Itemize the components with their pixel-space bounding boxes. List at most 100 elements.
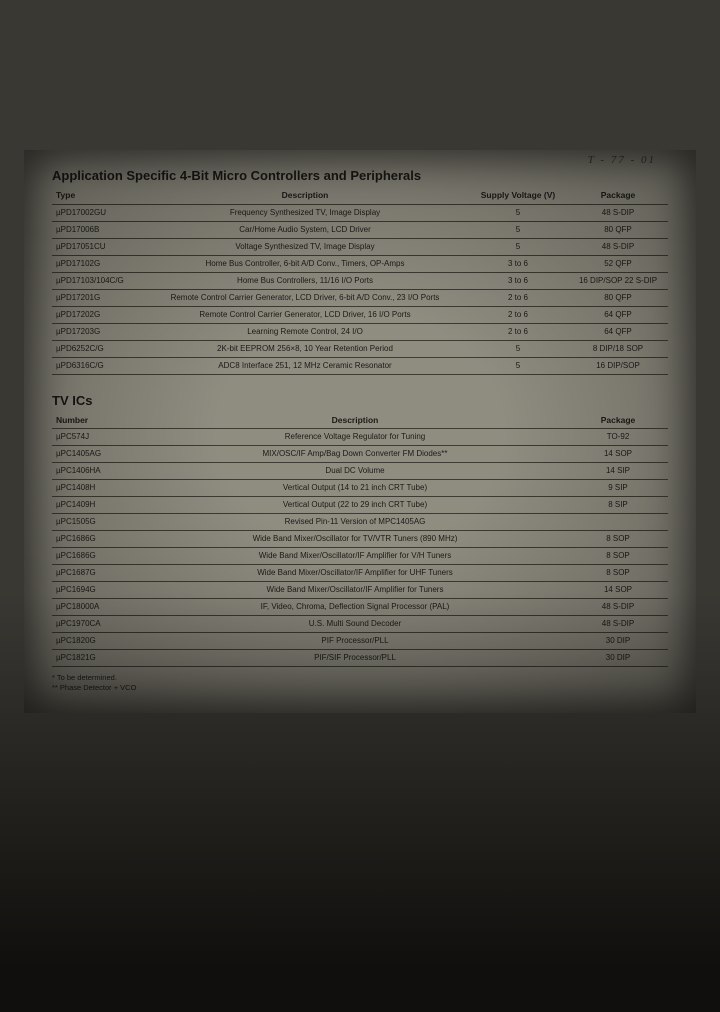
cell-desc: MIX/OSC/IF Amp/Bag Down Converter FM Dio… xyxy=(142,446,568,463)
cell-desc: Wide Band Mixer/Oscillator/IF Amplifier … xyxy=(142,565,568,582)
cell-desc: U.S. Multi Sound Decoder xyxy=(142,616,568,633)
table-row: µPC1406HADual DC Volume14 SIP xyxy=(52,463,668,480)
cell-pkg: 48 S-DIP xyxy=(568,616,668,633)
section1-title: Application Specific 4-Bit Micro Control… xyxy=(52,168,668,183)
table-row: µPD17051CUVoltage Synthesized TV, Image … xyxy=(52,238,668,255)
cell-pkg: TO-92 xyxy=(568,429,668,446)
cell-number: µPC1686G xyxy=(52,531,142,548)
cell-desc: Wide Band Mixer/Oscillator/IF Amplifier … xyxy=(142,548,568,565)
cell-pkg: 8 SOP xyxy=(568,531,668,548)
col-number: Number xyxy=(52,412,142,429)
cell-number: µPC1505G xyxy=(52,514,142,531)
cell-volt: 2 to 6 xyxy=(468,289,568,306)
table-header-row: Number Description Package xyxy=(52,412,668,429)
table-row: µPC1405AGMIX/OSC/IF Amp/Bag Down Convert… xyxy=(52,446,668,463)
cell-desc: ADC8 Interface 251, 12 MHz Ceramic Reson… xyxy=(142,357,468,374)
cell-pkg: 48 S-DIP xyxy=(568,204,668,221)
cell-pkg xyxy=(568,514,668,531)
table-row: µPD17202GRemote Control Carrier Generato… xyxy=(52,306,668,323)
cell-number: µPC1406HA xyxy=(52,463,142,480)
cell-volt: 3 to 6 xyxy=(468,255,568,272)
cell-number: µPC1821G xyxy=(52,650,142,667)
table-row: µPD17006BCar/Home Audio System, LCD Driv… xyxy=(52,221,668,238)
col-volt: Supply Voltage (V) xyxy=(468,187,568,204)
footnote-a: * To be determined. xyxy=(52,673,668,683)
cell-desc: PIF/SIF Processor/PLL xyxy=(142,650,568,667)
table-row: µPD17103/104C/GHome Bus Controllers, 11/… xyxy=(52,272,668,289)
cell-desc: Remote Control Carrier Generator, LCD Dr… xyxy=(142,306,468,323)
col-type: Type xyxy=(52,187,142,204)
cell-volt: 5 xyxy=(468,221,568,238)
cell-type: µPD17202G xyxy=(52,306,142,323)
cell-volt: 5 xyxy=(468,238,568,255)
cell-pkg: 9 SIP xyxy=(568,480,668,497)
table-row: µPD17002GUFrequency Synthesized TV, Imag… xyxy=(52,204,668,221)
cell-number: µPC1408H xyxy=(52,480,142,497)
cell-desc: 2K-bit EEPROM 256×8, 10 Year Retention P… xyxy=(142,340,468,357)
table-row: µPC1970CAU.S. Multi Sound Decoder48 S-DI… xyxy=(52,616,668,633)
table-row: µPC1687GWide Band Mixer/Oscillator/IF Am… xyxy=(52,565,668,582)
cell-desc: Remote Control Carrier Generator, LCD Dr… xyxy=(142,289,468,306)
cell-desc: Dual DC Volume xyxy=(142,463,568,480)
cell-pkg: 64 QFP xyxy=(568,306,668,323)
cell-type: µPD17103/104C/G xyxy=(52,272,142,289)
cell-desc: Revised Pin-11 Version of MPC1405AG xyxy=(142,514,568,531)
cell-pkg: 52 QFP xyxy=(568,255,668,272)
table-row: µPD17203GLearning Remote Control, 24 I/O… xyxy=(52,323,668,340)
cell-pkg: 14 SOP xyxy=(568,582,668,599)
table-row: µPC1820GPIF Processor/PLL30 DIP xyxy=(52,633,668,650)
cell-number: µPC1687G xyxy=(52,565,142,582)
cell-type: µPD6316C/G xyxy=(52,357,142,374)
cell-desc: Vertical Output (22 to 29 inch CRT Tube) xyxy=(142,497,568,514)
cell-volt: 5 xyxy=(468,357,568,374)
cell-desc: Wide Band Mixer/Oscillator/IF Amplifier … xyxy=(142,582,568,599)
table-row: µPC1505GRevised Pin-11 Version of MPC140… xyxy=(52,514,668,531)
cell-volt: 2 to 6 xyxy=(468,323,568,340)
cell-pkg: 16 DIP/SOP xyxy=(568,357,668,374)
cell-desc: Reference Voltage Regulator for Tuning xyxy=(142,429,568,446)
cell-pkg: 8 SIP xyxy=(568,497,668,514)
cell-type: µPD17002GU xyxy=(52,204,142,221)
footnote-b: ** Phase Detector + VCO xyxy=(52,683,668,693)
cell-type: µPD17102G xyxy=(52,255,142,272)
col-desc: Description xyxy=(142,187,468,204)
cell-type: µPD17203G xyxy=(52,323,142,340)
cell-desc: IF, Video, Chroma, Deflection Signal Pro… xyxy=(142,599,568,616)
footnotes: * To be determined. ** Phase Detector + … xyxy=(52,673,668,693)
cell-pkg: 8 DIP/18 SOP xyxy=(568,340,668,357)
cell-pkg: 48 S-DIP xyxy=(568,238,668,255)
cell-number: µPC1694G xyxy=(52,582,142,599)
table-row: µPC574JReference Voltage Regulator for T… xyxy=(52,429,668,446)
cell-number: µPC1686G xyxy=(52,548,142,565)
cell-desc: Frequency Synthesized TV, Image Display xyxy=(142,204,468,221)
cell-desc: PIF Processor/PLL xyxy=(142,633,568,650)
cell-pkg: 80 QFP xyxy=(568,289,668,306)
cell-number: µPC1820G xyxy=(52,633,142,650)
table-row: µPC1409HVertical Output (22 to 29 inch C… xyxy=(52,497,668,514)
cell-desc: Home Bus Controller, 6-bit A/D Conv., Ti… xyxy=(142,255,468,272)
cell-number: µPC574J xyxy=(52,429,142,446)
cell-desc: Learning Remote Control, 24 I/O xyxy=(142,323,468,340)
cell-volt: 2 to 6 xyxy=(468,306,568,323)
table-row: µPC1686GWide Band Mixer/Oscillator for T… xyxy=(52,531,668,548)
cell-desc: Home Bus Controllers, 11/16 I/O Ports xyxy=(142,272,468,289)
col-desc: Description xyxy=(142,412,568,429)
cell-pkg: 48 S-DIP xyxy=(568,599,668,616)
table-row: µPD17201GRemote Control Carrier Generato… xyxy=(52,289,668,306)
col-pkg: Package xyxy=(568,412,668,429)
table-row: µPC1821GPIF/SIF Processor/PLL30 DIP xyxy=(52,650,668,667)
document-code: T - 77 - 01 xyxy=(588,154,656,166)
table-row: µPC1686GWide Band Mixer/Oscillator/IF Am… xyxy=(52,548,668,565)
cell-pkg: 16 DIP/SOP 22 S-DIP xyxy=(568,272,668,289)
cell-desc: Vertical Output (14 to 21 inch CRT Tube) xyxy=(142,480,568,497)
section2-title: TV ICs xyxy=(52,393,668,408)
cell-pkg: 64 QFP xyxy=(568,323,668,340)
cell-pkg: 8 SOP xyxy=(568,548,668,565)
cell-pkg: 14 SIP xyxy=(568,463,668,480)
table-row: µPC1408HVertical Output (14 to 21 inch C… xyxy=(52,480,668,497)
cell-type: µPD17201G xyxy=(52,289,142,306)
table-row: µPD17102GHome Bus Controller, 6-bit A/D … xyxy=(52,255,668,272)
col-pkg: Package xyxy=(568,187,668,204)
cell-pkg: 30 DIP xyxy=(568,633,668,650)
table-row: µPD6252C/G2K-bit EEPROM 256×8, 10 Year R… xyxy=(52,340,668,357)
